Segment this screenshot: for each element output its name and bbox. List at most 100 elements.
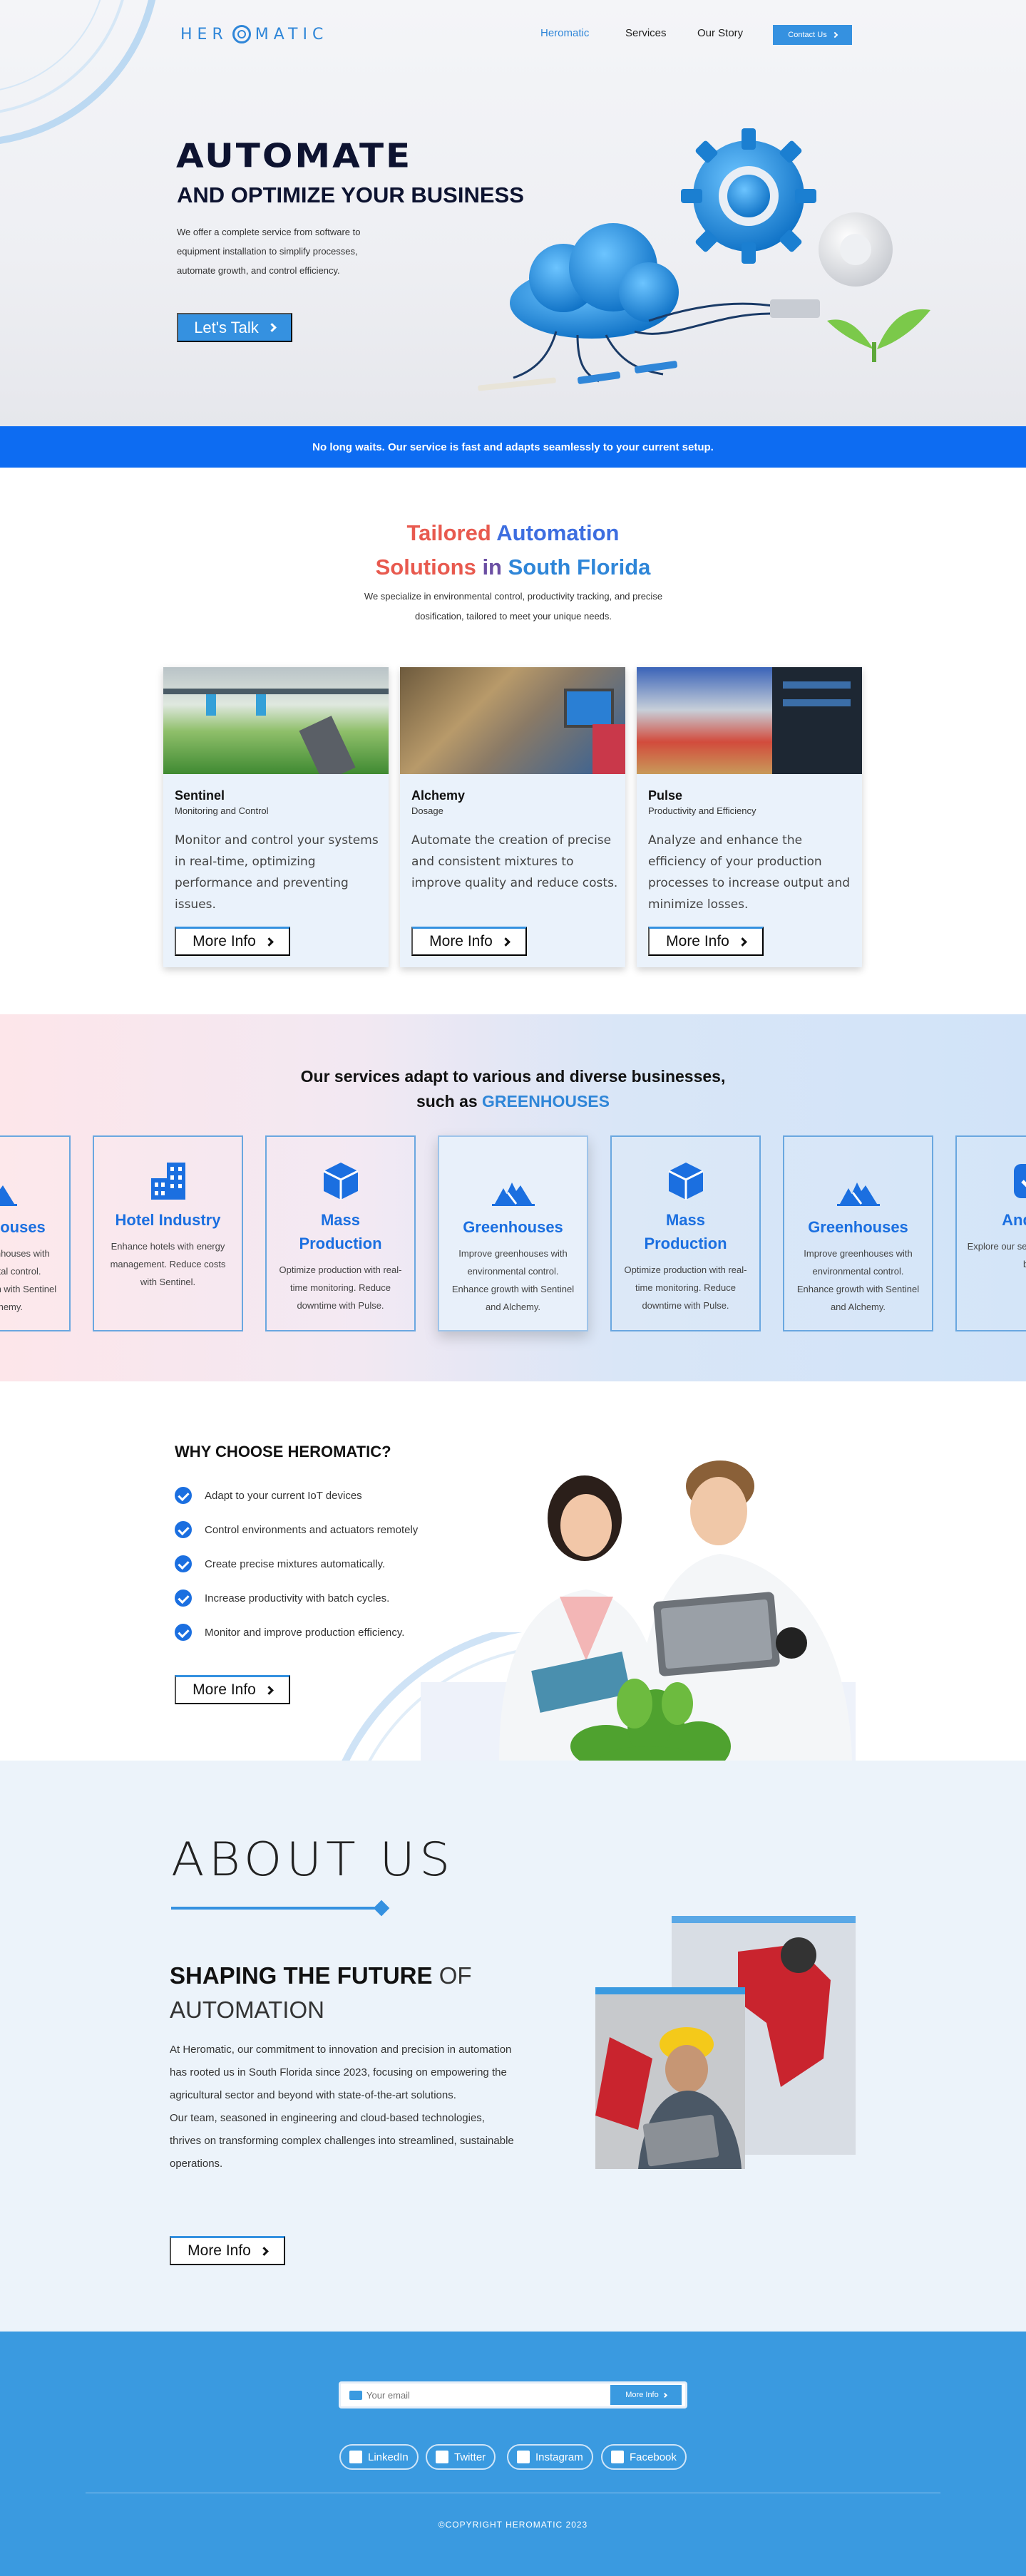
plant-icon bbox=[827, 309, 930, 362]
device-box bbox=[770, 299, 820, 318]
tailored-title: Tailored Automation Solutions in South F… bbox=[0, 516, 1026, 584]
card-text: Automate the creation of precise and con… bbox=[411, 833, 618, 890]
info-banner: No long waits. Our service is fast and a… bbox=[0, 426, 1026, 468]
check-circle-icon bbox=[175, 1487, 192, 1504]
more-info-label: More Info bbox=[666, 933, 729, 949]
about-section: ABOUT US SHAPING THE FUTURE OF AUTOMATIO… bbox=[0, 1761, 1026, 2332]
product-card-sentinel: Sentinel Monitoring and Control Monitor … bbox=[163, 667, 389, 967]
about-images bbox=[595, 1916, 856, 2169]
contact-us-label: Contact Us bbox=[788, 31, 827, 39]
decorative-arcs bbox=[0, 0, 156, 144]
email-submit-button[interactable]: More Info bbox=[610, 2385, 682, 2405]
why-item-text: Monitor and improve production efficienc… bbox=[205, 1626, 405, 1639]
chevron-right-icon bbox=[662, 2392, 667, 2398]
alchemy-image bbox=[400, 667, 625, 774]
why-title: WHY CHOOSE HEROMATIC? bbox=[175, 1443, 391, 1460]
banner-text: No long waits. Our service is fast and a… bbox=[312, 441, 714, 453]
logo[interactable]: HER MATIC bbox=[180, 24, 328, 44]
nav-services[interactable]: Services bbox=[625, 27, 667, 39]
service-card[interactable]: Greenhouses Improve greenhouses with envi… bbox=[438, 1135, 588, 1331]
cloud-icon bbox=[510, 223, 679, 339]
service-card-desc: Improve greenhouses with environmental c… bbox=[796, 1248, 920, 1312]
copyright: ©COPYRIGHT HEROMATIC 2023 bbox=[438, 2520, 588, 2530]
service-card-desc: Optimize production with real-time monit… bbox=[279, 1264, 402, 1311]
why-item-text: Create precise mixtures automatically. bbox=[205, 1557, 386, 1570]
why-item: Increase productivity with batch cycles. bbox=[175, 1590, 389, 1607]
logo-o-icon bbox=[232, 25, 251, 43]
more-info-label: More Info bbox=[188, 2242, 251, 2259]
divider-line bbox=[171, 1907, 385, 1910]
service-card-desc: Enhance hotels with energy management. R… bbox=[110, 1241, 226, 1287]
email-input[interactable] bbox=[366, 2389, 610, 2401]
why-item: Monitor and improve production efficienc… bbox=[175, 1624, 404, 1641]
card-title: Sentinel bbox=[175, 788, 225, 803]
more-info-button[interactable]: More Info bbox=[175, 927, 290, 956]
gray-gear-icon bbox=[819, 212, 893, 287]
services-highlight: GREENHOUSES bbox=[482, 1092, 610, 1111]
more-info-button[interactable]: More Info bbox=[648, 927, 764, 956]
service-card[interactable]: And Mu Explore our services ta various bu… bbox=[955, 1135, 1026, 1331]
social-label: Facebook bbox=[630, 2451, 677, 2463]
why-item-text: Adapt to your current IoT devices bbox=[205, 1489, 362, 1502]
tailored-description: We specialize in environmental control, … bbox=[364, 591, 663, 622]
twitter-link[interactable]: Twitter bbox=[426, 2444, 496, 2470]
service-card-name: Greenhouses bbox=[463, 1218, 563, 1236]
chevron-right-icon bbox=[501, 937, 511, 947]
chevron-right-icon bbox=[831, 31, 838, 38]
hero-description: We offer a complete service from softwar… bbox=[177, 227, 361, 276]
why-item-text: Control environments and actuators remot… bbox=[205, 1523, 419, 1536]
lets-talk-button[interactable]: Let's Talk bbox=[177, 313, 292, 342]
service-card-name: Mass Production bbox=[299, 1211, 382, 1252]
service-card-desc: Improve greenhouses with environmental c… bbox=[451, 1248, 575, 1312]
card-text: Monitor and control your systems in real… bbox=[175, 833, 379, 912]
title-word-in: in bbox=[482, 555, 502, 579]
blue-gear-icon bbox=[681, 128, 816, 264]
service-card-name: Greenhouses bbox=[0, 1218, 46, 1236]
about-paragraph-1: At Heromatic, our commitment to innovati… bbox=[170, 2044, 512, 2101]
more-info-label: More Info bbox=[193, 933, 256, 949]
contact-us-button[interactable]: Contact Us bbox=[773, 25, 852, 45]
service-card[interactable]: Mass Production Optimize production with … bbox=[610, 1135, 761, 1331]
nav-our-story[interactable]: Our Story bbox=[697, 27, 743, 39]
nav-heromatic[interactable]: Heromatic bbox=[540, 27, 589, 39]
services-title: Our services adapt to various and divers… bbox=[0, 1064, 1026, 1114]
linkedin-icon bbox=[349, 2451, 362, 2463]
service-card[interactable]: Mass Production Optimize production with … bbox=[265, 1135, 416, 1331]
service-card[interactable]: Greenhouses Improve greenhouses with envi… bbox=[0, 1135, 71, 1331]
service-card-name: Greenhouses bbox=[808, 1218, 908, 1236]
pulse-image bbox=[637, 667, 862, 774]
service-card-name: Mass Production bbox=[644, 1211, 727, 1252]
email-form: More Info bbox=[339, 2381, 687, 2408]
facebook-icon bbox=[611, 2451, 624, 2463]
more-info-button[interactable]: More Info bbox=[411, 927, 527, 956]
instagram-link[interactable]: Instagram bbox=[507, 2444, 593, 2470]
service-card[interactable]: Greenhouses Improve greenhouses with envi… bbox=[783, 1135, 933, 1331]
about-subtitle: SHAPING THE FUTURE OF AUTOMATION bbox=[170, 1959, 505, 2027]
why-item: Create precise mixtures automatically. bbox=[175, 1555, 385, 1572]
social-label: LinkedIn bbox=[368, 2451, 409, 2463]
about-text: At Heromatic, our commitment to innovati… bbox=[170, 2039, 515, 2175]
service-card-desc: Optimize production with real-time monit… bbox=[624, 1264, 747, 1311]
product-card-alchemy: Alchemy Dosage Automate the creation of … bbox=[400, 667, 625, 967]
facebook-link[interactable]: Facebook bbox=[601, 2444, 687, 2470]
sentinel-image bbox=[163, 667, 389, 774]
cube-icon bbox=[665, 1160, 707, 1202]
diamond-icon bbox=[373, 1900, 390, 1917]
more-info-label: More Info bbox=[193, 1681, 256, 1698]
about-subtitle-bold: SHAPING THE FUTURE bbox=[170, 1962, 433, 1989]
why-more-info-button[interactable]: More Info bbox=[175, 1675, 290, 1704]
hero-section: HER MATIC Heromatic Services Our Story C… bbox=[0, 0, 1026, 426]
check-circle-icon bbox=[175, 1521, 192, 1538]
service-card-desc: Explore our services ta various bus bbox=[967, 1241, 1026, 1269]
linkedin-link[interactable]: LinkedIn bbox=[339, 2444, 419, 2470]
more-info-label: More Info bbox=[429, 933, 493, 949]
twitter-icon bbox=[436, 2451, 448, 2463]
cube-icon bbox=[319, 1160, 362, 1202]
hotel-icon bbox=[147, 1160, 190, 1202]
card-title: Pulse bbox=[648, 788, 683, 803]
trees-icon bbox=[0, 1167, 17, 1210]
lets-talk-label: Let's Talk bbox=[194, 318, 259, 336]
hero-title: AUTOMATE bbox=[176, 137, 413, 175]
about-more-info-button[interactable]: More Info bbox=[170, 2236, 285, 2265]
service-card[interactable]: Hotel Industry Enhance hotels with energy… bbox=[93, 1135, 243, 1331]
